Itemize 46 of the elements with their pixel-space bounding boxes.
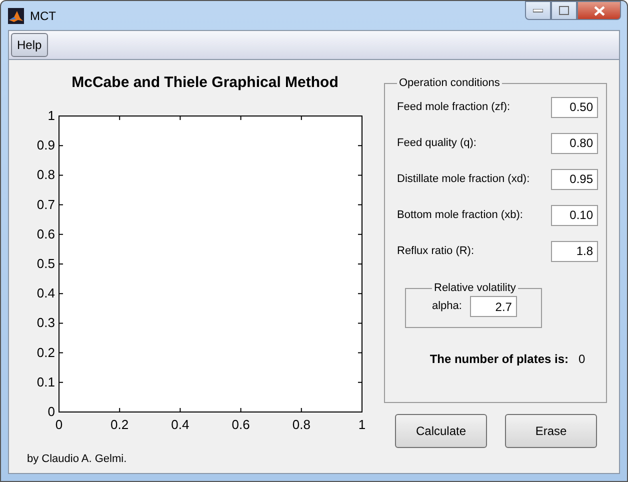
tick-label: 0.6: [232, 416, 250, 432]
tick-label: 0: [55, 416, 63, 432]
maximize-icon: [559, 6, 569, 15]
field-label: Bottom mole fraction (xb):: [397, 208, 523, 223]
result-value: 0: [578, 351, 586, 368]
action-button[interactable]: Calculate: [395, 414, 487, 448]
field-label: Reflux ratio (R):: [397, 244, 474, 259]
action-button[interactable]: Erase: [505, 414, 597, 448]
author-credit: by Claudio A. Gelmi.: [27, 452, 128, 466]
close-icon: [594, 6, 604, 16]
field-label: Feed quality (q):: [397, 136, 476, 151]
tick-label: 0.7: [36, 196, 55, 212]
tick-label: 0: [48, 404, 55, 418]
tick-label: 0.4: [36, 285, 55, 300]
tick-label: 0.2: [110, 416, 129, 432]
number-field[interactable]: 0.10: [551, 204, 598, 226]
result-label: The number of plates is:: [430, 351, 568, 368]
tick-label: 0.2: [36, 344, 55, 360]
tick-label: 0.6: [36, 226, 55, 241]
panel-title: Relative volatility: [433, 283, 517, 294]
number-field[interactable]: 0.95: [551, 168, 598, 190]
tick-label: 1: [358, 416, 366, 432]
menu-item[interactable]: Help: [11, 33, 48, 57]
tick-label: 0.4: [171, 416, 190, 432]
tick-label: 0.5: [36, 256, 55, 270]
field-label: alpha:: [432, 299, 462, 314]
maximize-button[interactable]: [551, 1, 577, 20]
minimize-button[interactable]: [525, 1, 551, 20]
minimize-icon: [533, 8, 543, 12]
tick-label: 0.9: [36, 137, 55, 152]
field-label: Feed mole fraction (zf):: [397, 100, 510, 115]
tick-label: 0.1: [36, 374, 55, 389]
tick-label: 0.8: [292, 416, 310, 432]
number-field[interactable]: 0.80: [551, 132, 598, 154]
tick-label: 0.8: [36, 166, 55, 182]
window-title: MCT: [30, 8, 56, 24]
panel-title: Operation conditions: [398, 78, 501, 89]
chart-title: McCabe and Thiele Graphical Method: [70, 73, 340, 93]
close-button[interactable]: [577, 1, 621, 20]
app-icon: [8, 8, 24, 24]
alpha-field[interactable]: 2.7: [470, 296, 517, 317]
number-field[interactable]: 0.50: [551, 96, 598, 118]
field-label: Distillate mole fraction (xd):: [397, 172, 530, 187]
tick-label: 1: [48, 108, 55, 122]
number-field[interactable]: 1.8: [551, 240, 598, 262]
tick-label: 0.3: [36, 314, 55, 330]
